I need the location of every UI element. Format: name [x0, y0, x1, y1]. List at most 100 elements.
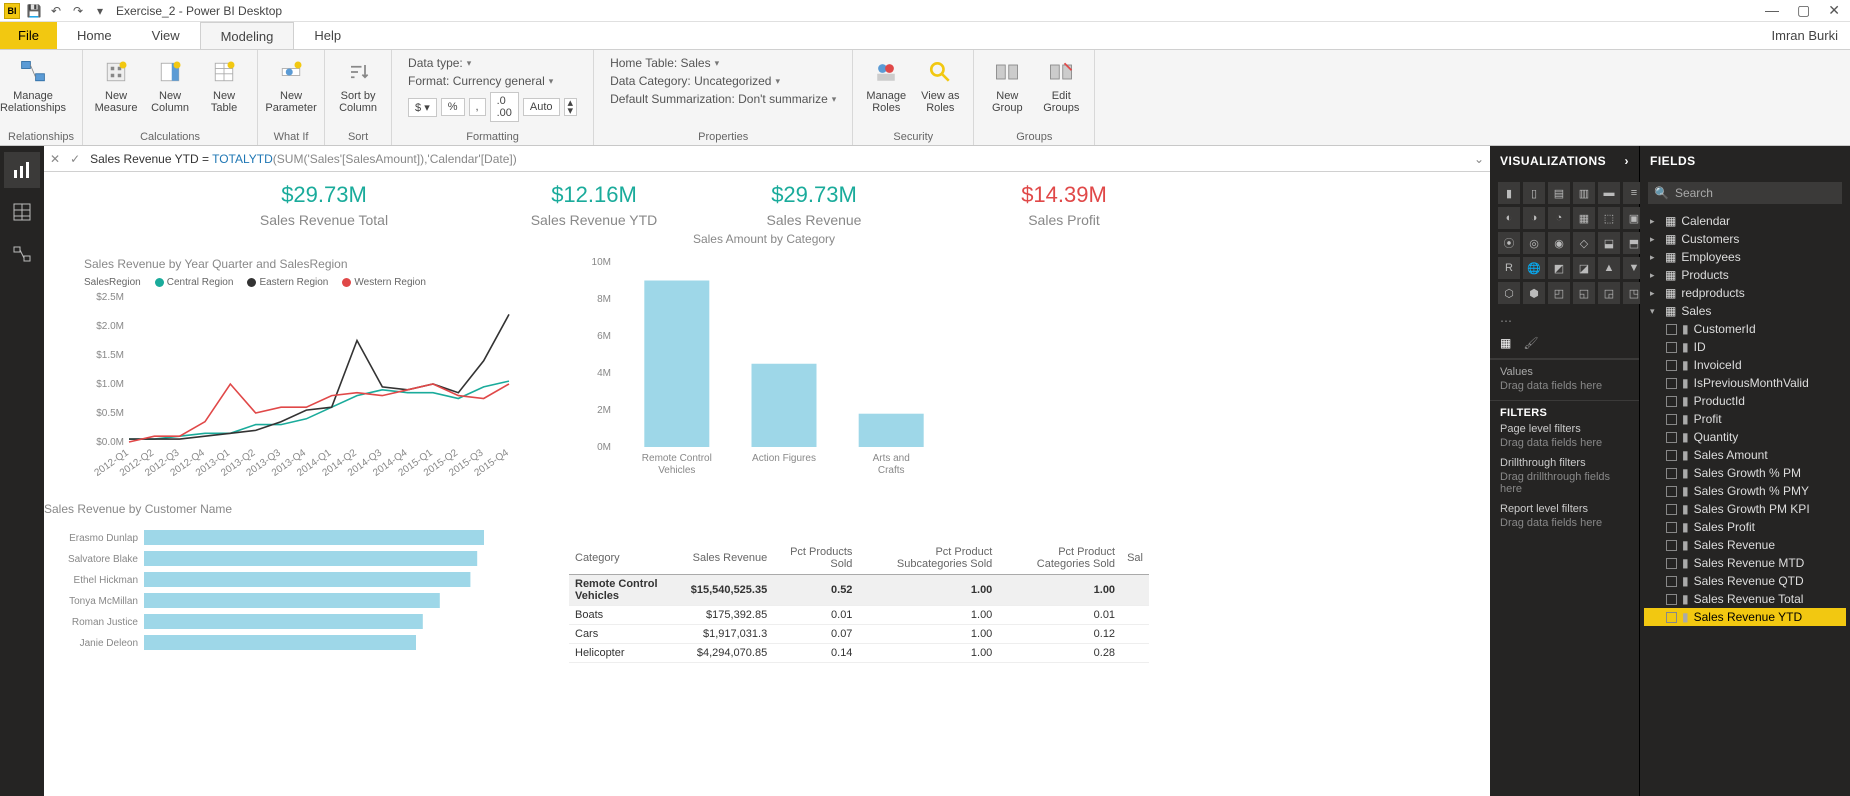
kpi-sales-revenue-total[interactable]: $29.73M Sales Revenue Total: [194, 182, 454, 228]
viz-type-icon[interactable]: ◎: [1523, 232, 1545, 254]
visualizations-header[interactable]: VISUALIZATIONS ›: [1490, 146, 1639, 176]
line-chart-sales-by-quarter[interactable]: Sales Revenue by Year Quarter and SalesR…: [84, 257, 534, 487]
bar-chart-sales-by-category[interactable]: Sales Amount by Category 0M2M4M6M8M10MVe…: [564, 232, 964, 482]
formula-cancel-icon[interactable]: ✕: [50, 152, 60, 166]
viz-type-icon[interactable]: ◇: [1573, 232, 1595, 254]
table-header[interactable]: Sales Revenue: [685, 542, 773, 575]
hbar-chart-sales-by-customer[interactable]: Sales Revenue by Customer Name Erasmo Du…: [44, 502, 524, 672]
viz-type-icon[interactable]: ⬡: [1498, 282, 1520, 304]
field-item[interactable]: ▮Sales Revenue: [1644, 536, 1846, 554]
file-tab[interactable]: File: [0, 22, 57, 49]
field-table[interactable]: ▸▦redproducts: [1644, 284, 1846, 302]
data-category-dropdown[interactable]: Data Category: Uncategorized: [610, 74, 836, 88]
field-table[interactable]: ▸▦Calendar: [1644, 212, 1846, 230]
viz-type-icon[interactable]: R: [1498, 257, 1520, 279]
viz-more-icon[interactable]: ⋯: [1490, 310, 1639, 332]
viz-type-icon[interactable]: ▮: [1498, 182, 1520, 204]
decimals-input[interactable]: Auto: [523, 98, 560, 116]
new-group-button[interactable]: New Group: [982, 54, 1032, 131]
viz-type-icon[interactable]: ⬓: [1598, 232, 1620, 254]
tab-help[interactable]: Help: [294, 22, 361, 49]
field-item[interactable]: ▮ProductId: [1644, 392, 1846, 410]
viz-type-icon[interactable]: ◩: [1548, 257, 1570, 279]
formula-bar[interactable]: ✕ ✓ Sales Revenue YTD = TOTALYTD(SUM('Sa…: [44, 146, 1490, 172]
field-item[interactable]: ▮IsPreviousMonthValid: [1644, 374, 1846, 392]
field-item[interactable]: ▮Sales Growth PM KPI: [1644, 500, 1846, 518]
sort-by-column-button[interactable]: Sort by Column: [333, 54, 383, 131]
maximize-button[interactable]: ▢: [1797, 2, 1810, 19]
viz-type-icon[interactable]: 🌐: [1523, 257, 1545, 279]
edit-groups-button[interactable]: Edit Groups: [1036, 54, 1086, 131]
field-item[interactable]: ▮Sales Revenue YTD: [1644, 608, 1846, 626]
field-item[interactable]: ▮Sales Revenue MTD: [1644, 554, 1846, 572]
new-parameter-button[interactable]: New Parameter: [266, 54, 316, 131]
field-item[interactable]: ▮CustomerId: [1644, 320, 1846, 338]
table-row[interactable]: Helicopter$4,294,070.850.141.000.28: [569, 644, 1149, 663]
viz-type-icon[interactable]: ◰: [1548, 282, 1570, 304]
field-item[interactable]: ▮Quantity: [1644, 428, 1846, 446]
new-table-button[interactable]: New Table: [199, 54, 249, 131]
table-header[interactable]: Pct Products Sold: [773, 542, 858, 575]
currency-button[interactable]: $ ▾: [408, 98, 437, 117]
table-header[interactable]: Category: [569, 542, 685, 575]
values-well[interactable]: Values Drag data fields here: [1490, 359, 1639, 400]
field-item[interactable]: ▮InvoiceId: [1644, 356, 1846, 374]
viz-type-icon[interactable]: ◐: [1498, 207, 1520, 229]
format-well-icon[interactable]: 🖌: [1523, 336, 1538, 350]
new-column-button[interactable]: New Column: [145, 54, 195, 131]
field-item[interactable]: ▮Sales Amount: [1644, 446, 1846, 464]
table-header[interactable]: Pct Product Subcategories Sold: [858, 542, 998, 575]
tab-modeling[interactable]: Modeling: [200, 22, 295, 49]
field-item[interactable]: ▮Sales Profit: [1644, 518, 1846, 536]
save-icon[interactable]: 💾: [26, 3, 42, 19]
data-view-button[interactable]: [4, 194, 40, 230]
report-view-button[interactable]: [4, 152, 40, 188]
undo-icon[interactable]: ↶: [48, 3, 64, 19]
fields-search-input[interactable]: 🔍 Search: [1648, 182, 1842, 204]
format-dropdown[interactable]: Format: Currency general: [408, 74, 577, 88]
close-button[interactable]: ✕: [1828, 2, 1840, 19]
tab-view[interactable]: View: [132, 22, 200, 49]
viz-type-icon[interactable]: ▯: [1523, 182, 1545, 204]
viz-type-icon[interactable]: ▥: [1573, 182, 1595, 204]
field-item[interactable]: ▮ID: [1644, 338, 1846, 356]
viz-type-icon[interactable]: ▤: [1548, 182, 1570, 204]
field-table[interactable]: ▸▦Products: [1644, 266, 1846, 284]
home-table-dropdown[interactable]: Home Table: Sales: [610, 56, 836, 70]
qat-dropdown-icon[interactable]: ▾: [92, 3, 108, 19]
field-item[interactable]: ▮Sales Growth % PMY: [1644, 482, 1846, 500]
formula-text[interactable]: Sales Revenue YTD = TOTALYTD(SUM('Sales'…: [90, 152, 517, 166]
viz-type-icon[interactable]: ◪: [1573, 257, 1595, 279]
viz-type-icon[interactable]: ◲: [1598, 282, 1620, 304]
kpi-sales-revenue-ytd[interactable]: $12.16M Sales Revenue YTD: [464, 182, 724, 228]
field-table[interactable]: ▸▦Employees: [1644, 248, 1846, 266]
table-row[interactable]: Cars$1,917,031.30.071.000.12: [569, 625, 1149, 644]
percent-button[interactable]: %: [441, 98, 465, 116]
kpi-sales-profit[interactable]: $14.39M Sales Profit: [964, 182, 1164, 228]
table-row[interactable]: Boats$175,392.850.011.000.01: [569, 606, 1149, 625]
comma-button[interactable]: ,: [469, 98, 486, 116]
viz-type-icon[interactable]: ▬: [1598, 182, 1620, 204]
viz-type-icon[interactable]: ◔: [1548, 207, 1570, 229]
viz-type-icon[interactable]: ◑: [1523, 207, 1545, 229]
manage-roles-button[interactable]: Manage Roles: [861, 54, 911, 131]
chevron-right-icon[interactable]: ›: [1625, 154, 1630, 168]
viz-type-icon[interactable]: ⬢: [1523, 282, 1545, 304]
data-type-dropdown[interactable]: Data type:: [408, 56, 577, 70]
summarization-dropdown[interactable]: Default Summarization: Don't summarize: [610, 92, 836, 106]
field-item[interactable]: ▮Sales Growth % PM: [1644, 464, 1846, 482]
table-header[interactable]: Sal: [1121, 542, 1149, 575]
user-name[interactable]: Imran Burki: [1760, 22, 1850, 49]
field-item[interactable]: ▮Sales Revenue QTD: [1644, 572, 1846, 590]
viz-type-icon[interactable]: ⦿: [1498, 232, 1520, 254]
viz-type-icon[interactable]: ▦: [1573, 207, 1595, 229]
viz-type-icon[interactable]: ◱: [1573, 282, 1595, 304]
minimize-button[interactable]: —: [1765, 2, 1779, 19]
manage-relationships-button[interactable]: Manage Relationships: [8, 54, 58, 131]
kpi-sales-revenue[interactable]: $29.73M Sales Revenue: [714, 182, 914, 228]
model-view-button[interactable]: [4, 236, 40, 272]
viz-type-icon[interactable]: ⬚: [1598, 207, 1620, 229]
field-item[interactable]: ▮Profit: [1644, 410, 1846, 428]
decimal-button[interactable]: .0.00: [490, 92, 519, 122]
new-measure-button[interactable]: New Measure: [91, 54, 141, 131]
